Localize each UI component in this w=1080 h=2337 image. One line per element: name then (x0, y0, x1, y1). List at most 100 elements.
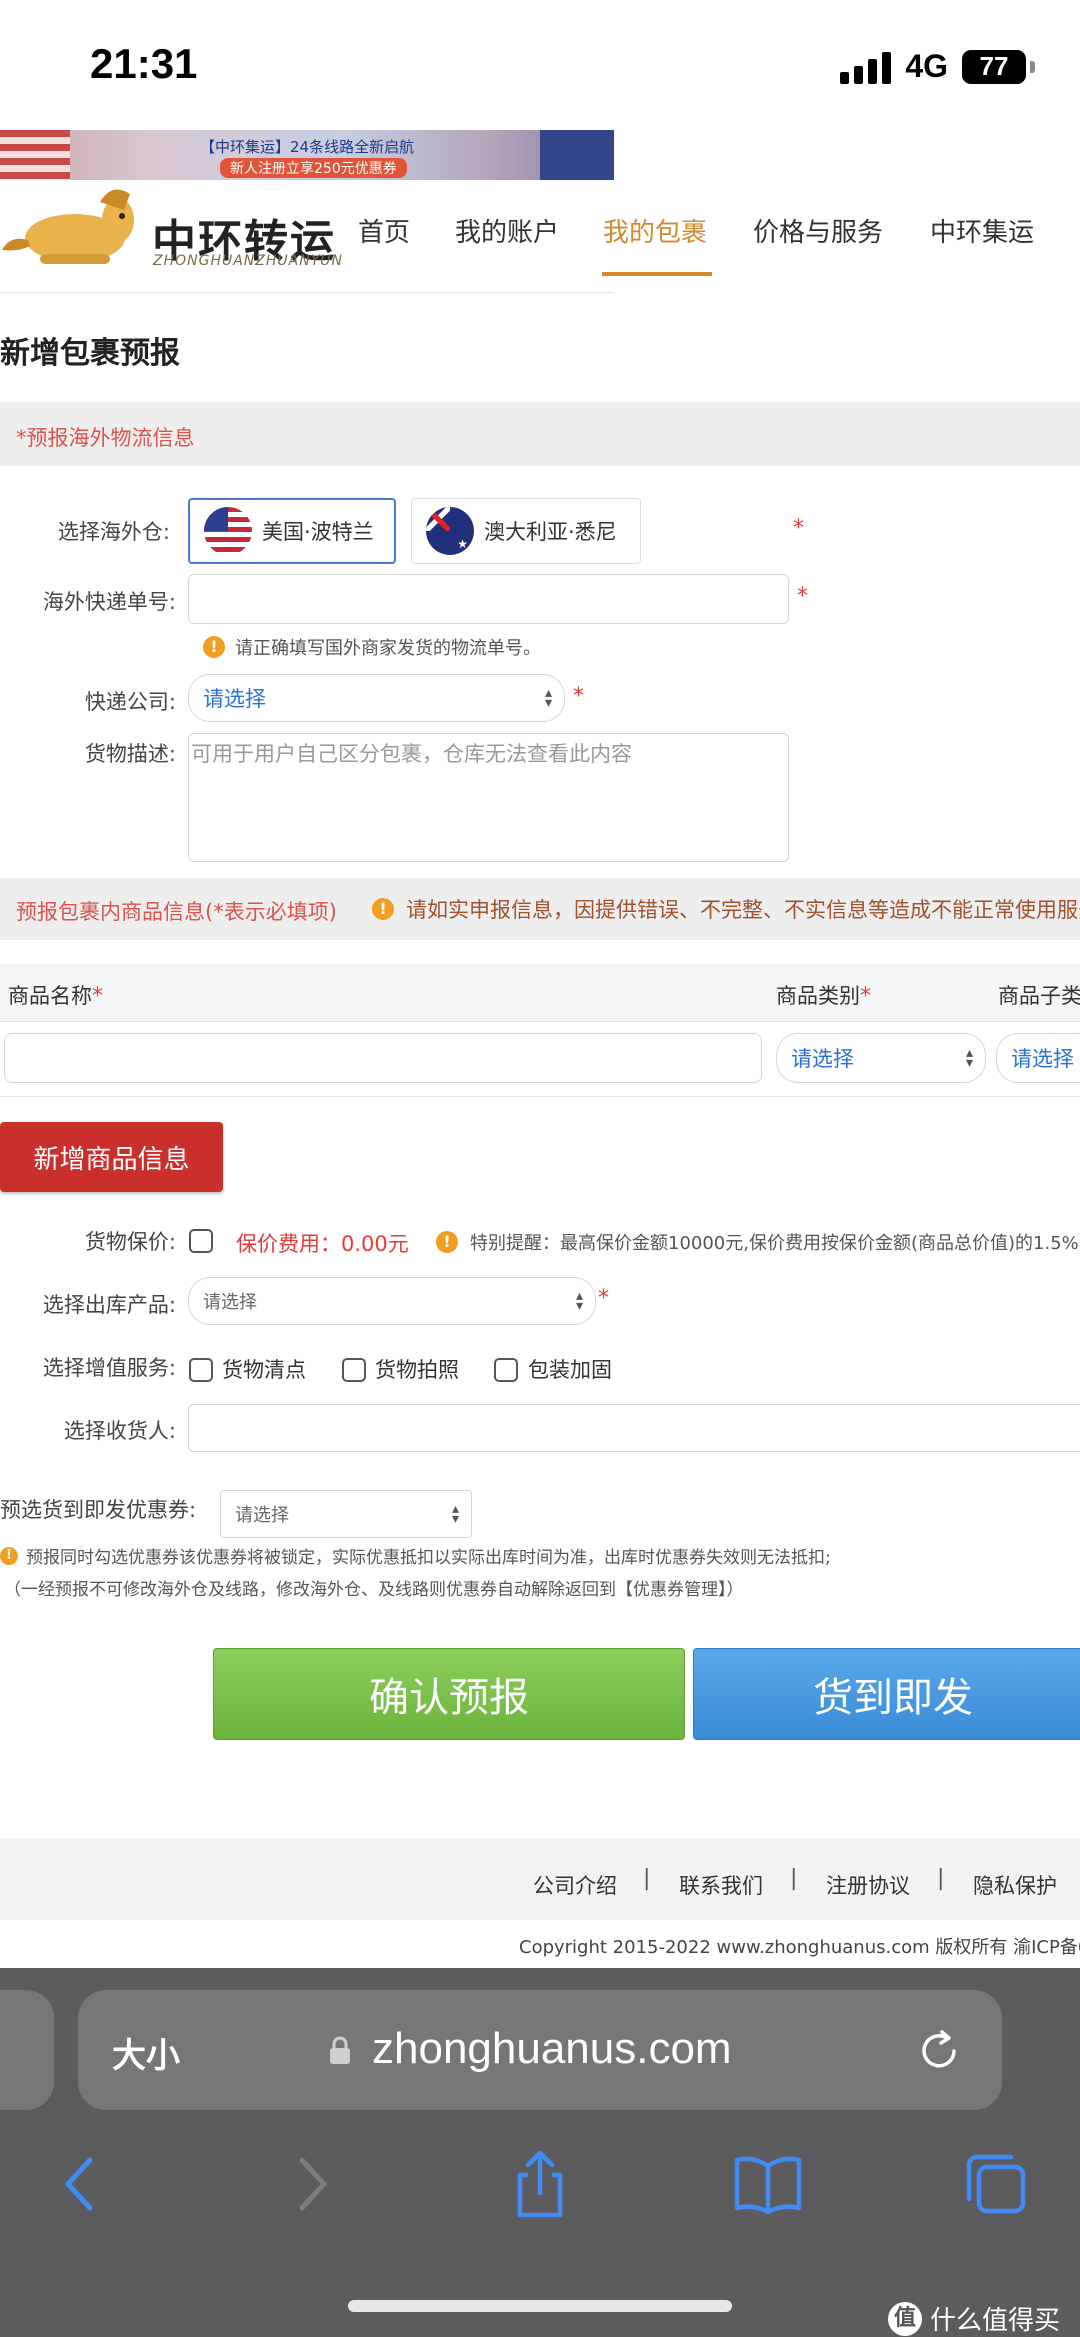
select-arrows-icon: ▴ ▾ (451, 1501, 459, 1527)
coupon-label: 预选货到即发优惠券: (0, 1498, 197, 1522)
reinforce-packing-checkbox[interactable] (494, 1358, 518, 1382)
select-arrows-icon: ▴ ▾ (965, 1045, 973, 1071)
nav-divider (0, 292, 614, 293)
required-mark: * (797, 584, 808, 609)
footer-link-about[interactable]: 公司介绍 (533, 1870, 617, 1900)
ship-on-arrival-button[interactable]: 货到即发 (693, 1648, 1080, 1740)
previous-tab-peek[interactable] (0, 1990, 54, 2110)
flag-image (0, 130, 70, 180)
select-arrows-icon: ▴ ▾ (575, 1288, 583, 1314)
courier-label: 快递公司: (84, 690, 176, 714)
count-goods-checkbox[interactable] (189, 1358, 213, 1382)
count-goods-label: 货物清点 (222, 1358, 306, 1382)
consignee-select[interactable] (188, 1404, 1080, 1452)
insurance-label: 货物保价: (84, 1230, 176, 1254)
footer-separator: | (937, 1866, 945, 1891)
courier-select-value: 请选择 (203, 687, 266, 711)
nav-home[interactable]: 首页 (358, 212, 410, 249)
confirm-forecast-button[interactable]: 确认预报 (213, 1648, 685, 1740)
footer-link-contact[interactable]: 联系我们 (679, 1870, 763, 1900)
goods-category-select[interactable]: 请选择 ▴ ▾ (776, 1033, 986, 1083)
insurance-note-text: 特别提醒：最高保价金额10000元,保价费用按保价金额(商品总价值)的1.5% (470, 1233, 1079, 1254)
description-placeholder: 可用于用户自己区分包裹，仓库无法查看此内容 (191, 742, 632, 766)
col-category-label: 商品类别 (776, 984, 860, 1008)
back-icon[interactable] (44, 2148, 116, 2220)
tracking-number-input[interactable] (188, 574, 789, 624)
insurance-fee: 保价费用：0.00元 (236, 1232, 409, 1256)
warning-icon: ! (372, 898, 394, 920)
page-title: 新增包裹预报 (0, 336, 180, 371)
footer-separator: | (790, 1866, 798, 1891)
courier-select[interactable]: 请选择 ▴ ▾ (188, 674, 565, 722)
nav-consolidation[interactable]: 中环集运 (930, 212, 1034, 249)
bookmarks-icon[interactable] (732, 2148, 804, 2220)
goods-name-input[interactable] (4, 1033, 762, 1083)
photo-goods-checkbox[interactable] (342, 1358, 366, 1382)
coupon-note-1-text: 预报同时勾选优惠券该优惠券将被锁定，实际优惠抵扣以实际出库时间为准，出库时优惠券… (26, 1548, 831, 1568)
us-flag-icon (204, 507, 252, 555)
col-subcategory: 商品子类 (998, 984, 1080, 1008)
col-category: 商品类别* (776, 980, 871, 1010)
watermark: 值 什么值得买 (887, 2300, 1060, 2337)
add-goods-button[interactable]: 新增商品信息 (0, 1122, 223, 1192)
signal-icon (840, 50, 892, 84)
required-mark: * (793, 516, 804, 541)
logo-subtext: ZHONGHUANZHUANYUN (153, 253, 343, 269)
watermark-text: 什么值得买 (929, 2306, 1060, 2336)
tracking-hint-text: 请正确填写国外商家发货的物流单号。 (235, 638, 541, 659)
coupon-note-2: （一经预报不可修改海外仓及线路，修改海外仓、及线路则优惠券自动解除返回到【优惠券… (4, 1580, 744, 1600)
coupon-select[interactable]: 请选择 ▴ ▾ (220, 1490, 472, 1538)
goods-notice: ! 请如实申报信息，因提供错误、不完整、不实信息等造成不能正常使用服务 (372, 894, 1080, 924)
section-overseas-logistics: *预报海外物流信息 (0, 402, 1080, 466)
col-goods-name-label: 商品名称 (8, 984, 92, 1008)
warning-icon: ! (203, 636, 225, 658)
coupon-select-value: 请选择 (235, 1505, 289, 1526)
warehouse-name: 澳大利亚·悉尼 (484, 520, 617, 544)
warning-icon: ! (436, 1231, 458, 1253)
tracking-hint: ! 请正确填写国外商家发货的物流单号。 (203, 634, 541, 660)
required-mark: * (573, 684, 584, 709)
warehouse-option-au-sydney[interactable]: 澳大利亚·悉尼 (411, 498, 641, 564)
warehouse-name: 美国·波特兰 (262, 520, 374, 544)
warning-icon: ! (0, 1546, 18, 1565)
banner-offer: 新人注册立享250元优惠券 (220, 158, 407, 178)
description-textarea[interactable]: 可用于用户自己区分包裹，仓库无法查看此内容 (188, 733, 789, 862)
outbound-product-select[interactable]: 请选择 ▴ ▾ (188, 1277, 596, 1325)
goods-table-header (0, 964, 1080, 1022)
flag-image-right (540, 130, 614, 180)
required-mark: * (598, 1286, 609, 1311)
insurance-checkbox[interactable] (189, 1229, 213, 1253)
nav-pricing-services[interactable]: 价格与服务 (753, 212, 883, 249)
banner-headline: 【中环集运】24条线路全新启航 (200, 138, 415, 156)
col-goods-name: 商品名称* (8, 980, 103, 1010)
share-icon[interactable] (504, 2148, 576, 2220)
value-added-label: 选择增值服务: (42, 1356, 176, 1380)
required-mark: * (92, 984, 103, 1009)
category-select-value: 请选择 (791, 1047, 854, 1071)
promo-banner[interactable]: 【中环集运】24条线路全新启航 新人注册立享250元优惠券 (0, 130, 614, 180)
section-goods-info: 预报包裹内商品信息(*表示必填项) ! 请如实申报信息，因提供错误、不完整、不实… (0, 878, 1080, 940)
battery-tip (1030, 60, 1035, 73)
required-mark: * (860, 984, 871, 1009)
section-title: 预报包裹内商品信息(*表示必填项) (16, 900, 337, 924)
nav-my-packages[interactable]: 我的包裹 (603, 212, 707, 249)
home-indicator[interactable] (348, 2300, 732, 2312)
watermark-logo-icon: 值 (887, 2301, 922, 2336)
warehouse-option-us-portland[interactable]: 美国·波特兰 (188, 498, 396, 564)
insurance-note: ! 特别提醒：最高保价金额10000元,保价费用按保价金额(商品总价值)的1.5… (436, 1229, 1079, 1255)
status-time: 21:31 (90, 40, 198, 87)
footer-link-terms[interactable]: 注册协议 (826, 1870, 910, 1900)
consignee-label: 选择收货人: (63, 1419, 176, 1443)
footer-separator: | (643, 1866, 651, 1891)
nav-my-account[interactable]: 我的账户 (455, 212, 559, 249)
photo-goods-label: 货物拍照 (375, 1358, 459, 1382)
text-size-button[interactable]: 大小 (112, 2028, 180, 2077)
nav-active-indicator (602, 272, 712, 276)
footer-link-privacy[interactable]: 隐私保护 (973, 1870, 1057, 1900)
tabs-icon[interactable] (960, 2148, 1032, 2220)
forward-icon[interactable] (276, 2148, 348, 2220)
lock-icon (330, 2036, 350, 2064)
goods-subcategory-select[interactable]: 请选择 (996, 1033, 1080, 1083)
url-text[interactable]: zhonghuanus.com (372, 2024, 732, 2074)
reload-icon[interactable] (916, 2028, 962, 2074)
